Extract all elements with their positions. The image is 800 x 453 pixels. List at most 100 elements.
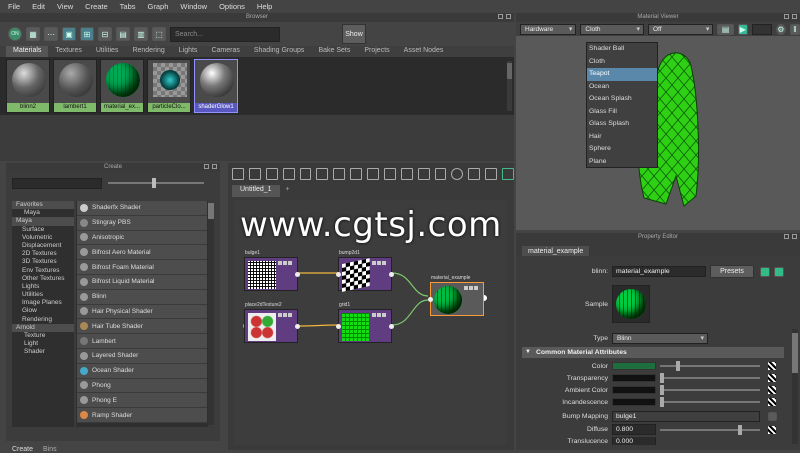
- list-item[interactable]: Ramp Shader: [77, 408, 207, 423]
- tree-item[interactable]: Texture: [12, 332, 74, 340]
- menu-help[interactable]: Help: [257, 2, 272, 11]
- tab-asset-nodes[interactable]: Asset Nodes: [397, 46, 451, 57]
- tree-item[interactable]: Arnold: [12, 323, 74, 332]
- map-button-icon[interactable]: [768, 398, 776, 406]
- tree-item[interactable]: Image Planes: [12, 299, 74, 307]
- add-tab-button[interactable]: +: [280, 185, 296, 197]
- menu-graph[interactable]: Graph: [148, 2, 169, 11]
- swatch-lambert1[interactable]: lambert1: [53, 59, 97, 113]
- tree-item[interactable]: Favorites: [12, 201, 74, 210]
- tab-material-example[interactable]: material_example: [522, 245, 590, 256]
- list-item[interactable]: Bifrost Liquid Material: [77, 274, 207, 290]
- lock-icon[interactable]: [774, 266, 784, 277]
- grid-icon[interactable]: [502, 168, 514, 180]
- dots-icon[interactable]: ⋯: [44, 27, 58, 41]
- tree-item[interactable]: Shader: [12, 348, 74, 356]
- graph-tool-icon[interactable]: [485, 168, 497, 180]
- bump-mapping-field[interactable]: bulge1: [612, 411, 760, 422]
- tab-untitled-1[interactable]: Untitled_1: [232, 185, 280, 197]
- common-attributes-header[interactable]: Common Material Attributes: [522, 347, 784, 358]
- renderer-dropdown[interactable]: Hardware: [520, 23, 577, 35]
- graph-tool-icon[interactable]: [265, 168, 278, 180]
- tab-projects[interactable]: Projects: [357, 46, 396, 57]
- graph-tool-icon[interactable]: [367, 168, 379, 180]
- grid-view-icon[interactable]: ▦: [26, 27, 40, 41]
- transparency-slider[interactable]: [660, 373, 760, 383]
- list-item[interactable]: Bifrost Aero Material: [77, 245, 207, 261]
- tree-item[interactable]: Rendering: [12, 316, 74, 324]
- menu-item-ocean-splash[interactable]: Ocean Splash: [587, 93, 657, 106]
- list-item[interactable]: Lambert: [77, 334, 207, 349]
- graph-tool-icon[interactable]: [282, 168, 295, 180]
- float-icon[interactable]: [498, 14, 503, 19]
- graph-tool-icon[interactable]: [468, 168, 481, 180]
- menu-options[interactable]: Options: [219, 2, 245, 11]
- exposure-field[interactable]: [751, 23, 772, 35]
- graph-node-grid[interactable]: grid1: [336, 302, 394, 343]
- refresh-icon[interactable]: ▶: [737, 23, 748, 35]
- swatch-blinn2[interactable]: blinn2: [6, 59, 50, 113]
- list-item[interactable]: Phong E: [77, 393, 207, 409]
- input-connection-icon[interactable]: [768, 412, 777, 421]
- tree-item[interactable]: Utilities: [12, 291, 74, 299]
- map-button-icon[interactable]: [768, 362, 776, 370]
- tree-item[interactable]: Glow: [12, 307, 74, 315]
- map-button-icon[interactable]: [768, 386, 776, 394]
- menu-item-glass-fill[interactable]: Glass Fill: [587, 106, 657, 119]
- graph-tool-icon[interactable]: [417, 168, 430, 180]
- geometry-dropdown[interactable]: Cloth: [580, 23, 644, 35]
- tree-item[interactable]: 2D Textures: [12, 250, 74, 258]
- gear-icon[interactable]: ⚙: [775, 23, 786, 35]
- tree-item[interactable]: Maya: [12, 209, 74, 217]
- tab-bake-sets[interactable]: Bake Sets: [311, 46, 357, 57]
- graph-tool-icon[interactable]: [400, 168, 413, 180]
- tab-utilities[interactable]: Utilities: [89, 46, 126, 57]
- float-icon[interactable]: [784, 14, 789, 19]
- search-input[interactable]: Search...: [170, 26, 280, 42]
- graph-tool-icon[interactable]: [299, 168, 312, 180]
- clear-graph-icon[interactable]: ▤: [116, 27, 130, 41]
- close-icon[interactable]: [792, 14, 797, 19]
- tree-item[interactable]: Env Textures: [12, 267, 74, 275]
- menu-item-ocean[interactable]: Ocean: [587, 81, 657, 94]
- graph-tool-icon[interactable]: [434, 168, 447, 180]
- list-item[interactable]: Ocean Shader: [77, 363, 207, 379]
- property-editor-scrollbar[interactable]: [792, 329, 798, 444]
- menu-item-plane[interactable]: Plane: [587, 156, 657, 169]
- graph-tool-icon[interactable]: [232, 168, 244, 180]
- diffuse-field[interactable]: 0.800: [612, 424, 656, 435]
- name-field[interactable]: material_example: [612, 266, 706, 277]
- material-preview-viewport[interactable]: Shader Ball Cloth Teapot Ocean Ocean Spl…: [516, 36, 800, 230]
- menu-create[interactable]: Create: [85, 2, 108, 11]
- list-item[interactable]: Blinn: [77, 289, 207, 305]
- environment-dropdown[interactable]: Off: [647, 23, 714, 35]
- render-icon[interactable]: ▤: [717, 23, 734, 35]
- tree-item[interactable]: Surface: [12, 226, 74, 234]
- menu-file[interactable]: File: [8, 2, 20, 11]
- map-button-icon[interactable]: [768, 374, 776, 382]
- color-swatch[interactable]: [612, 362, 656, 370]
- copy-tab-icon[interactable]: [760, 266, 770, 277]
- map-button-icon[interactable]: [768, 425, 776, 434]
- graph-node-material-example[interactable]: material_example: [428, 275, 484, 316]
- list-item[interactable]: Phong: [77, 378, 207, 394]
- tree-item[interactable]: Displacement: [12, 242, 74, 250]
- tab-cameras[interactable]: Cameras: [204, 46, 246, 57]
- tree-item[interactable]: Maya: [12, 217, 74, 226]
- graph-tool-icon[interactable]: [248, 168, 261, 180]
- swatch-particle-cloud[interactable]: particleClo...: [147, 59, 191, 113]
- list-item[interactable]: Shaderfx Shader: [77, 201, 207, 216]
- tab-rendering[interactable]: Rendering: [125, 46, 171, 57]
- list-item[interactable]: Stingray PBS: [77, 215, 207, 231]
- incandescence-swatch[interactable]: [612, 398, 656, 406]
- tree-item[interactable]: Light: [12, 340, 74, 348]
- select-icon[interactable]: ⬚: [152, 27, 166, 41]
- menu-window[interactable]: Window: [180, 2, 207, 11]
- list-item[interactable]: Layered Shader: [77, 348, 207, 364]
- diffuse-slider[interactable]: [660, 424, 760, 435]
- menu-item-cloth[interactable]: Cloth: [587, 56, 657, 69]
- menu-item-shader-ball[interactable]: Shader Ball: [587, 43, 657, 56]
- graph-remove-icon[interactable]: ⊟: [98, 27, 112, 41]
- ambient-swatch[interactable]: [612, 386, 656, 394]
- presets-button[interactable]: Presets: [710, 265, 754, 278]
